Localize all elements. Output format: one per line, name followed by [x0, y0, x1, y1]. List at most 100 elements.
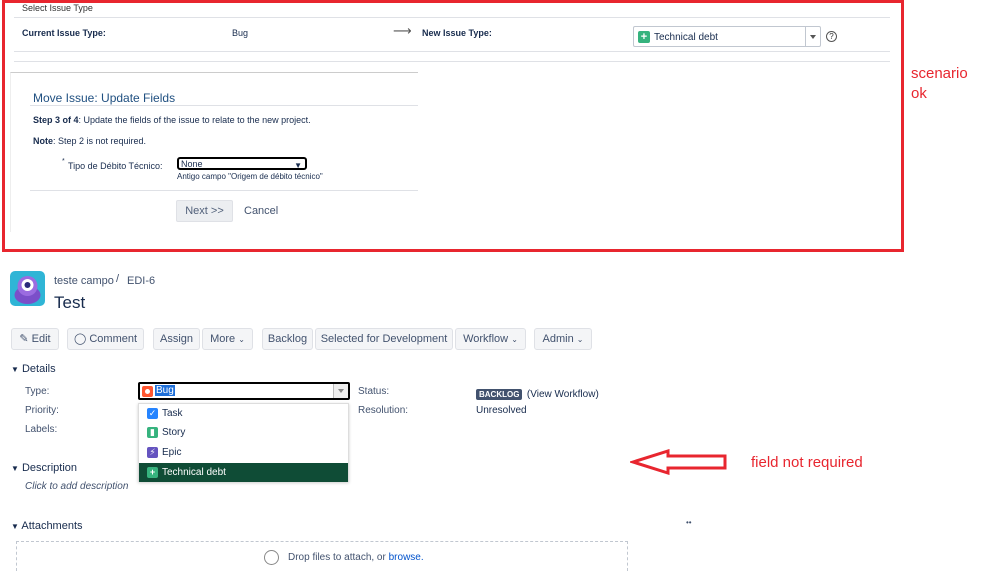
backlog-button[interactable]: Backlog — [262, 328, 313, 350]
breadcrumb-separator: / — [116, 273, 120, 285]
annotation-field-not-required: field not required — [751, 454, 863, 471]
current-issue-type-value: Bug — [232, 28, 249, 38]
type-option-label: Technical debt — [162, 467, 226, 478]
story-bookmark-icon: ▮ — [147, 427, 158, 438]
upload-cloud-icon — [264, 550, 279, 565]
screenshot-root: Select Issue Type Current Issue Type: Bu… — [0, 0, 999, 583]
technical-debt-plus-icon: + — [638, 31, 650, 43]
drop-files-label: Drop files to attach, or — [288, 552, 386, 563]
description-placeholder[interactable]: Click to add description — [25, 481, 128, 492]
admin-label: Admin — [542, 333, 574, 345]
labels-label: Labels: — [25, 424, 58, 435]
tipo-debito-label: Tipo de Débito Técnico: — [68, 161, 163, 171]
current-issue-type-label: Current Issue Type: — [22, 28, 106, 38]
description-toggle[interactable]: ▼ Description — [11, 462, 77, 474]
browse-link[interactable]: browse. — [389, 552, 424, 563]
attachments-toggle[interactable]: ▼ Attachments — [11, 520, 83, 532]
view-workflow-link[interactable]: (View Workflow) — [527, 389, 599, 400]
details-heading: Details — [21, 363, 56, 375]
resolution-label: Resolution: — [358, 405, 409, 416]
divider — [14, 51, 890, 52]
chevron-down-icon: ▼ — [11, 464, 19, 473]
chevron-down-icon: ⌄ — [576, 335, 584, 344]
divider — [14, 17, 890, 18]
chevron-down-icon[interactable] — [810, 35, 816, 39]
required-marker: * — [62, 158, 65, 165]
resolution-value: Unresolved — [476, 405, 527, 416]
note-bold: Note — [33, 136, 53, 146]
plus-icon: + — [147, 467, 158, 478]
type-option-story[interactable]: ▮ Story — [139, 423, 348, 442]
status-row: BACKLOG (View Workflow) — [476, 384, 599, 402]
divider — [14, 61, 890, 62]
issue-title[interactable]: Test — [54, 293, 85, 313]
new-issue-type-select[interactable]: + Technical debt — [633, 26, 821, 47]
drop-files-text: Drop files to attach, or browse. — [288, 552, 424, 563]
chevron-down-icon: ▼ — [11, 365, 19, 374]
new-issue-type-value: Technical debt — [654, 32, 718, 43]
annotation-scenario: scenario — [911, 65, 968, 82]
step-text: Step 3 of 4: Update the fields of the is… — [33, 115, 311, 125]
bug-icon — [142, 386, 153, 397]
new-issue-type-label: New Issue Type: — [422, 28, 492, 38]
chevron-down-icon: ⌄ — [238, 335, 245, 344]
monster-avatar-icon — [14, 276, 41, 304]
chevron-down-icon: ⌄ — [511, 335, 518, 344]
type-option-label: Epic — [162, 447, 182, 458]
cancel-link[interactable]: Cancel — [244, 205, 278, 217]
step-bold: Step 3 of 4 — [33, 115, 79, 125]
type-select-value: Bug — [155, 385, 175, 396]
chevron-down-icon: ▼ — [11, 522, 19, 531]
workflow-button[interactable]: Workflow ⌄ — [455, 328, 526, 350]
note-description: : Step 2 is not required. — [53, 136, 147, 146]
assign-button[interactable]: Assign — [153, 328, 200, 350]
arrow-right-icon: ⟶ — [393, 23, 412, 38]
details-toggle[interactable]: ▼ Details — [11, 363, 56, 375]
attachments-options-icon[interactable]: •• — [686, 518, 692, 527]
comment-button[interactable]: ◯ Comment — [67, 328, 144, 350]
type-select[interactable]: Bug — [138, 382, 350, 400]
type-label: Type: — [25, 386, 50, 397]
comment-label: Comment — [89, 333, 138, 345]
status-label: Status: — [358, 386, 390, 397]
note-text: Note: Step 2 is not required. — [33, 136, 146, 146]
more-button[interactable]: More ⌄ — [202, 328, 253, 350]
tipo-debito-value: None — [181, 159, 203, 169]
next-button[interactable]: Next >> — [176, 200, 233, 222]
type-option-task[interactable]: ✓ Task — [139, 404, 348, 423]
edit-button[interactable]: ✎ Edit — [11, 328, 59, 350]
help-icon[interactable]: ? — [826, 31, 837, 42]
chevron-down-icon — [338, 389, 344, 393]
description-heading: Description — [21, 462, 78, 474]
breadcrumb-issue-key[interactable]: EDI-6 — [127, 275, 155, 287]
workflow-label: Workflow — [463, 333, 509, 345]
select-divider — [805, 27, 806, 46]
annotation-ok: ok — [911, 85, 927, 102]
breadcrumb-project[interactable]: teste campo — [54, 275, 114, 287]
chevron-down-icon: ▼ — [294, 161, 302, 170]
edit-label: Edit — [31, 333, 51, 345]
type-option-epic[interactable]: ⚡ Epic — [139, 443, 348, 462]
task-checkbox-icon: ✓ — [147, 408, 158, 419]
select-issue-heading: Select Issue Type — [22, 3, 93, 13]
type-option-technical-debt[interactable]: + Technical debt — [139, 463, 348, 482]
move-issue-title: Move Issue: Update Fields — [33, 91, 176, 105]
selected-for-development-button[interactable]: Selected for Development — [315, 328, 453, 350]
pencil-icon: ✎ — [19, 333, 29, 345]
step-description: : Update the fields of the issue to rela… — [78, 115, 311, 125]
epic-bolt-icon: ⚡ — [147, 447, 158, 458]
type-option-label: Story — [162, 427, 186, 438]
priority-label: Priority: — [25, 405, 59, 416]
more-label: More — [210, 333, 236, 345]
divider — [30, 105, 418, 106]
divider — [30, 190, 418, 191]
dropdown-toggle[interactable] — [333, 384, 348, 398]
admin-button[interactable]: Admin ⌄ — [534, 328, 592, 350]
comment-icon: ◯ — [73, 333, 87, 345]
tipo-debito-select[interactable]: None ▼ — [177, 157, 307, 170]
type-option-label: Task — [162, 408, 183, 419]
status-badge: BACKLOG — [476, 389, 523, 400]
tipo-debito-hint: Antigo campo "Origem de débito técnico" — [177, 172, 323, 181]
annotation-arrow-icon — [630, 449, 727, 475]
project-avatar[interactable] — [10, 271, 45, 306]
